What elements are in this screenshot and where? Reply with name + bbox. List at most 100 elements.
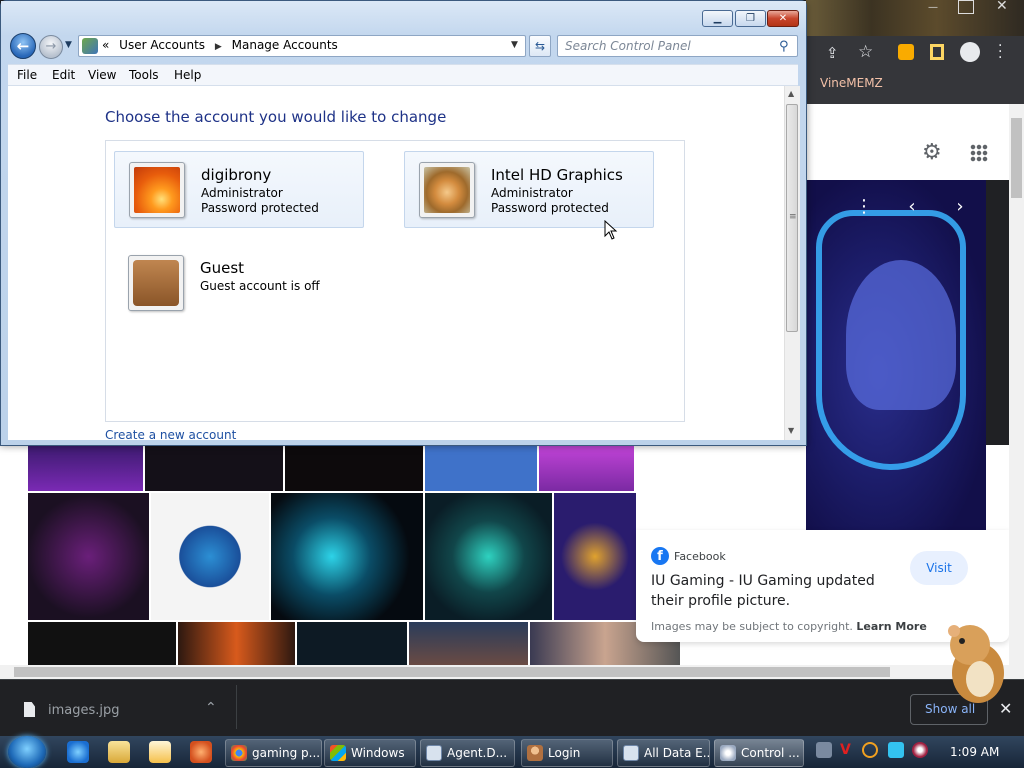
breadcrumb-overflow-icon[interactable]: «: [102, 38, 109, 52]
minimize-button[interactable]: ▁: [702, 10, 733, 27]
accounts-list: digibrony Administrator Password protect…: [105, 140, 685, 422]
bookmark-vinememz[interactable]: VineMEMZ: [820, 76, 883, 90]
tray-search-icon[interactable]: [862, 742, 878, 758]
image-result-tile[interactable]: [425, 493, 552, 620]
account-name: Guest: [200, 259, 245, 277]
learn-more-link[interactable]: Learn More: [856, 620, 926, 633]
copyright-text: Images may be subject to copyright.: [651, 620, 853, 633]
scroll-up-icon[interactable]: ▲: [788, 89, 794, 98]
image-result-tile[interactable]: [271, 493, 423, 620]
breadcrumb: « User Accounts ▶ Manage Accounts: [102, 38, 338, 52]
task-label: gaming p...: [252, 746, 321, 760]
chevron-right-icon[interactable]: ▶: [215, 42, 222, 52]
previous-image-icon[interactable]: ‹: [898, 193, 926, 221]
taskbar-task-all-data[interactable]: All Data E...: [617, 739, 710, 767]
page-vertical-scroll-thumb[interactable]: [1011, 118, 1022, 198]
menu-tools[interactable]: Tools: [129, 68, 159, 82]
internet-explorer-icon[interactable]: [67, 741, 89, 763]
image-result-tile[interactable]: [425, 445, 537, 491]
page-header-area: ⚙: [806, 104, 1024, 180]
visit-button[interactable]: Visit: [910, 551, 968, 585]
settings-gear-icon[interactable]: ⚙: [922, 140, 942, 165]
image-result-tile[interactable]: [28, 622, 176, 665]
window-icon: [623, 745, 639, 761]
taskbar-clock[interactable]: 1:09 AM: [950, 745, 999, 759]
menu-view[interactable]: View: [88, 68, 116, 82]
menu-bar: [8, 64, 798, 86]
search-icon[interactable]: ⚲: [779, 39, 789, 54]
recent-pages-dropdown-icon[interactable]: ▼: [65, 40, 72, 50]
scroll-down-icon[interactable]: ▼: [788, 426, 794, 435]
image-title-link[interactable]: IU Gaming - IU Gaming updated their prof…: [651, 571, 911, 611]
facebook-icon: f: [651, 547, 669, 565]
file-explorer-icon[interactable]: [108, 741, 130, 763]
close-button[interactable]: ✕: [767, 10, 799, 27]
tray-app-icon[interactable]: [816, 742, 832, 758]
account-name: digibrony: [201, 166, 272, 184]
tray-network-icon[interactable]: [912, 742, 928, 758]
account-status: Password protected: [201, 201, 319, 215]
account-tile-digibrony[interactable]: digibrony Administrator Password protect…: [114, 151, 364, 228]
back-button[interactable]: ←: [10, 33, 36, 59]
extension-2-icon[interactable]: [930, 44, 944, 60]
windows-icon: [330, 745, 346, 761]
image-result-tile[interactable]: [285, 445, 423, 491]
more-options-icon[interactable]: ⋮: [850, 193, 878, 221]
menu-edit[interactable]: Edit: [52, 68, 75, 82]
tray-display-icon[interactable]: [888, 742, 904, 758]
create-new-account-link[interactable]: Create a new account: [105, 428, 236, 442]
image-result-tile[interactable]: [409, 622, 528, 665]
tray-antivirus-icon[interactable]: V: [840, 742, 856, 758]
app-quicklaunch-icon[interactable]: [190, 741, 212, 763]
chrome-close-button[interactable]: ✕: [996, 0, 1008, 14]
taskbar-task-login[interactable]: Login: [521, 739, 613, 767]
taskbar-task-chrome[interactable]: gaming p...: [225, 739, 322, 767]
system-tray: V: [816, 742, 936, 762]
breadcrumb-user-accounts[interactable]: User Accounts: [119, 38, 205, 52]
address-dropdown-icon[interactable]: ▼: [511, 40, 518, 50]
image-result-tile[interactable]: [297, 622, 407, 665]
image-result-tile[interactable]: [28, 445, 143, 491]
page-horizontal-scroll-thumb[interactable]: [14, 667, 890, 677]
download-file-name[interactable]: images.jpg: [48, 703, 120, 718]
user-icon: [527, 745, 543, 761]
source-label[interactable]: Facebook: [674, 550, 726, 563]
chrome-minimize-button[interactable]: —: [928, 2, 944, 14]
next-image-icon[interactable]: ›: [946, 193, 974, 221]
media-player-icon[interactable]: [149, 741, 171, 763]
chrome-maximize-button[interactable]: [958, 0, 974, 14]
apps-grid-icon[interactable]: [970, 144, 988, 162]
menu-file[interactable]: File: [17, 68, 37, 82]
chevron-up-icon[interactable]: ⌃: [205, 700, 217, 716]
image-result-tile[interactable]: [178, 622, 295, 665]
profile-avatar-icon[interactable]: [960, 42, 980, 62]
account-tile-guest[interactable]: Guest Guest account is off: [114, 245, 364, 322]
image-result-tile[interactable]: [539, 445, 634, 491]
forward-button[interactable]: →: [39, 35, 63, 59]
taskbar-task-agent[interactable]: Agent.D...: [420, 739, 515, 767]
preview-image[interactable]: [806, 180, 986, 530]
image-result-tile[interactable]: [28, 493, 149, 620]
taskbar-task-windows[interactable]: Windows: [324, 739, 416, 767]
start-button[interactable]: [8, 736, 46, 768]
image-result-tile[interactable]: [554, 493, 636, 620]
breadcrumb-manage-accounts[interactable]: Manage Accounts: [232, 38, 338, 52]
image-result-tile[interactable]: [151, 493, 269, 620]
bookmark-star-icon[interactable]: ☆: [858, 42, 873, 62]
account-status: Password protected: [491, 201, 609, 215]
file-icon: [24, 702, 35, 717]
taskbar-task-control-panel[interactable]: Control ...: [714, 739, 804, 767]
maximize-button[interactable]: ❐: [735, 10, 766, 27]
image-result-tile[interactable]: [145, 445, 283, 491]
menu-help[interactable]: Help: [174, 68, 201, 82]
account-role: Administrator: [201, 186, 283, 200]
account-tile-intel-hd-graphics[interactable]: Intel HD Graphics Administrator Password…: [404, 151, 654, 228]
share-icon[interactable]: ⇪: [826, 44, 839, 62]
account-name: Intel HD Graphics: [491, 166, 623, 184]
chrome-menu-icon[interactable]: · · ·: [998, 39, 1002, 65]
hamster-desktop-pet[interactable]: [940, 615, 1010, 705]
refresh-button[interactable]: ⇆: [529, 35, 551, 57]
search-placeholder: Search Control Panel: [565, 39, 691, 53]
task-label: Windows: [351, 746, 405, 760]
extension-icon[interactable]: [898, 44, 914, 60]
